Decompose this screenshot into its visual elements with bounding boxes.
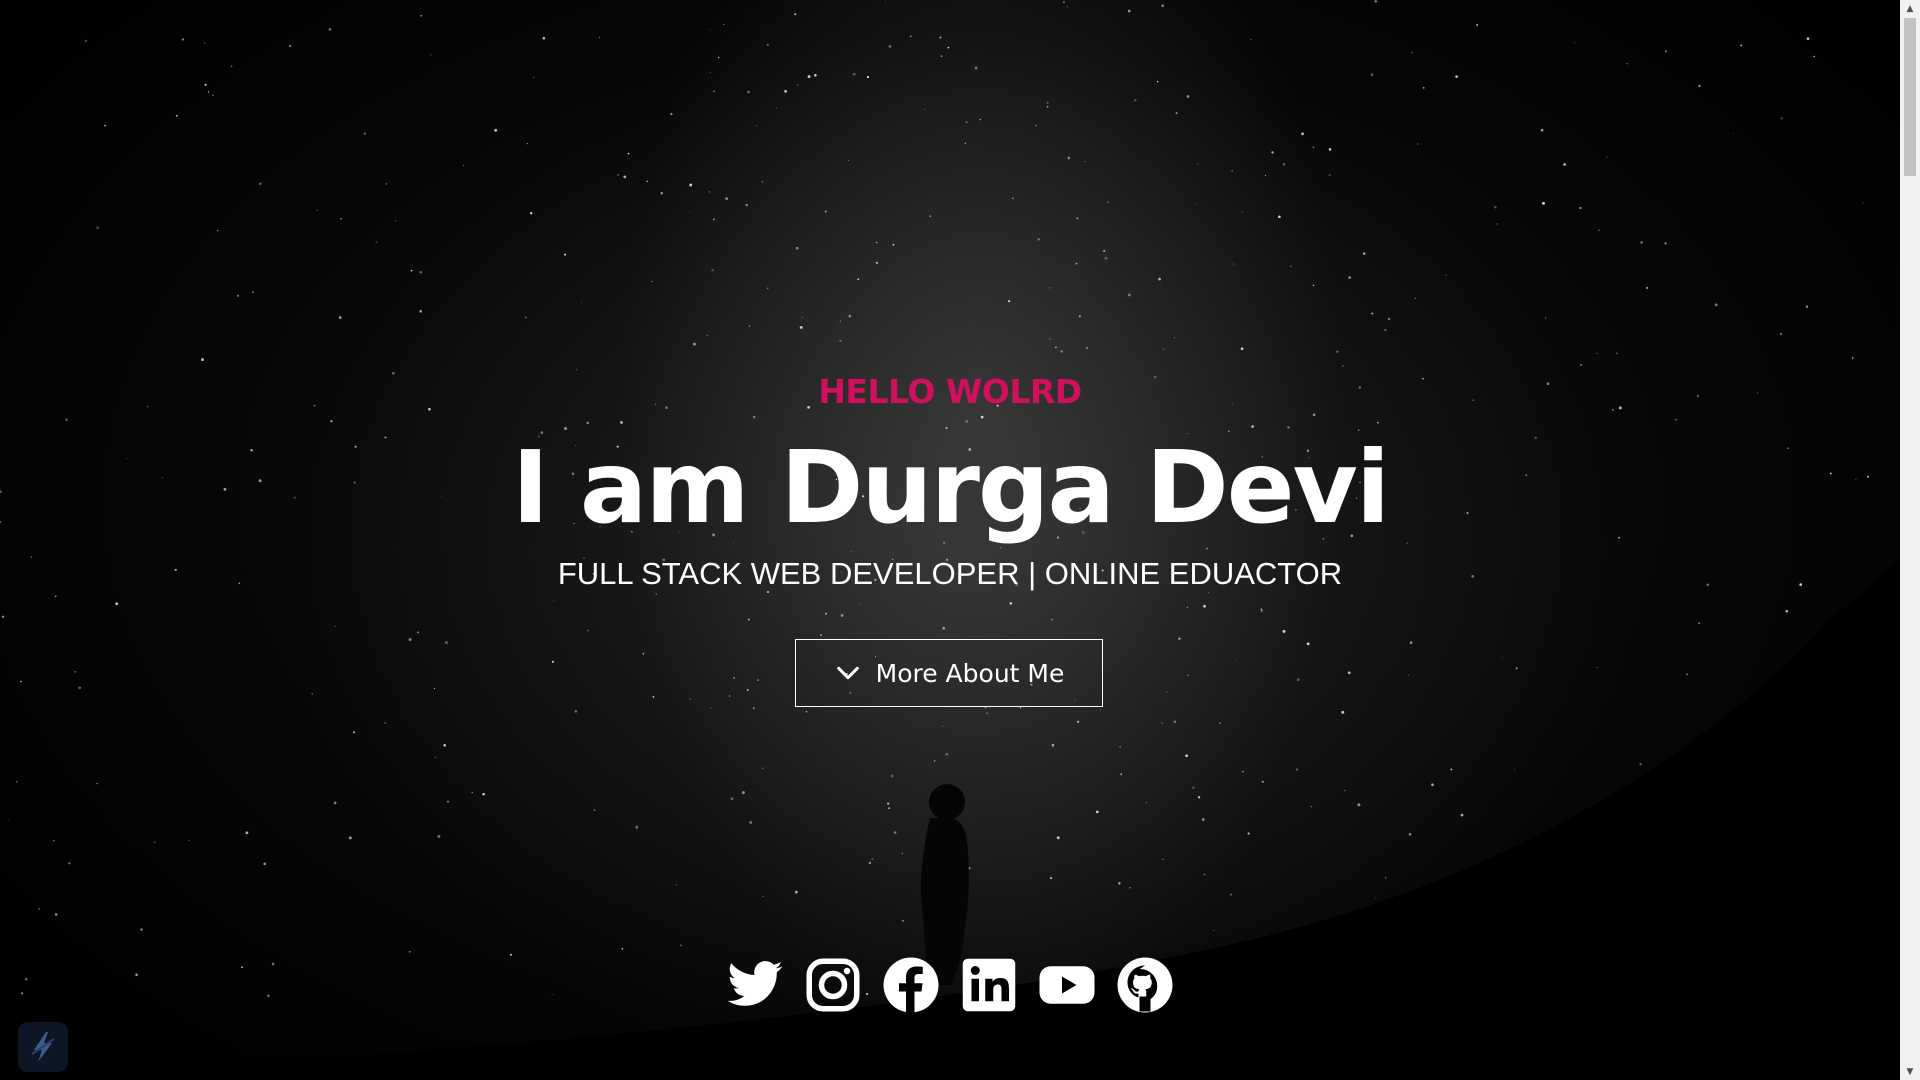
site-badge-widget[interactable]	[18, 1022, 68, 1072]
scroll-up-arrow[interactable]: ▲	[1900, 0, 1920, 17]
facebook-icon	[883, 957, 939, 1013]
github-icon	[1117, 957, 1173, 1013]
instagram-link[interactable]	[803, 955, 863, 1015]
github-link[interactable]	[1115, 955, 1175, 1015]
twitter-icon	[727, 961, 783, 1006]
hero-section: HELLO WOLRD I am Durga Devi FULL STACK W…	[0, 0, 1900, 1080]
hero-background: HELLO WOLRD I am Durga Devi FULL STACK W…	[0, 0, 1900, 1080]
youtube-icon	[1039, 966, 1095, 1004]
more-about-me-label: More About Me	[875, 658, 1065, 688]
lightning-logo-icon	[31, 1032, 55, 1062]
social-links	[0, 955, 1900, 1015]
hero-title: I am Durga Devi	[511, 429, 1390, 546]
linkedin-link[interactable]	[959, 955, 1019, 1015]
instagram-icon	[806, 958, 860, 1012]
facebook-link[interactable]	[881, 955, 941, 1015]
hero-kicker: HELLO WOLRD	[818, 372, 1082, 411]
twitter-link[interactable]	[725, 955, 785, 1015]
hero-tagline: FULL STACK WEB DEVELOPER | ONLINE EDUACT…	[557, 556, 1343, 591]
scroll-thumb[interactable]	[1904, 18, 1916, 176]
more-about-me-button[interactable]: More About Me	[795, 639, 1103, 707]
linkedin-icon	[962, 958, 1016, 1012]
chevron-down-icon	[836, 666, 859, 680]
page-scrollbar[interactable]: ▲ ▼	[1900, 0, 1920, 1080]
youtube-link[interactable]	[1037, 955, 1097, 1015]
scroll-down-arrow[interactable]: ▼	[1900, 1063, 1920, 1080]
